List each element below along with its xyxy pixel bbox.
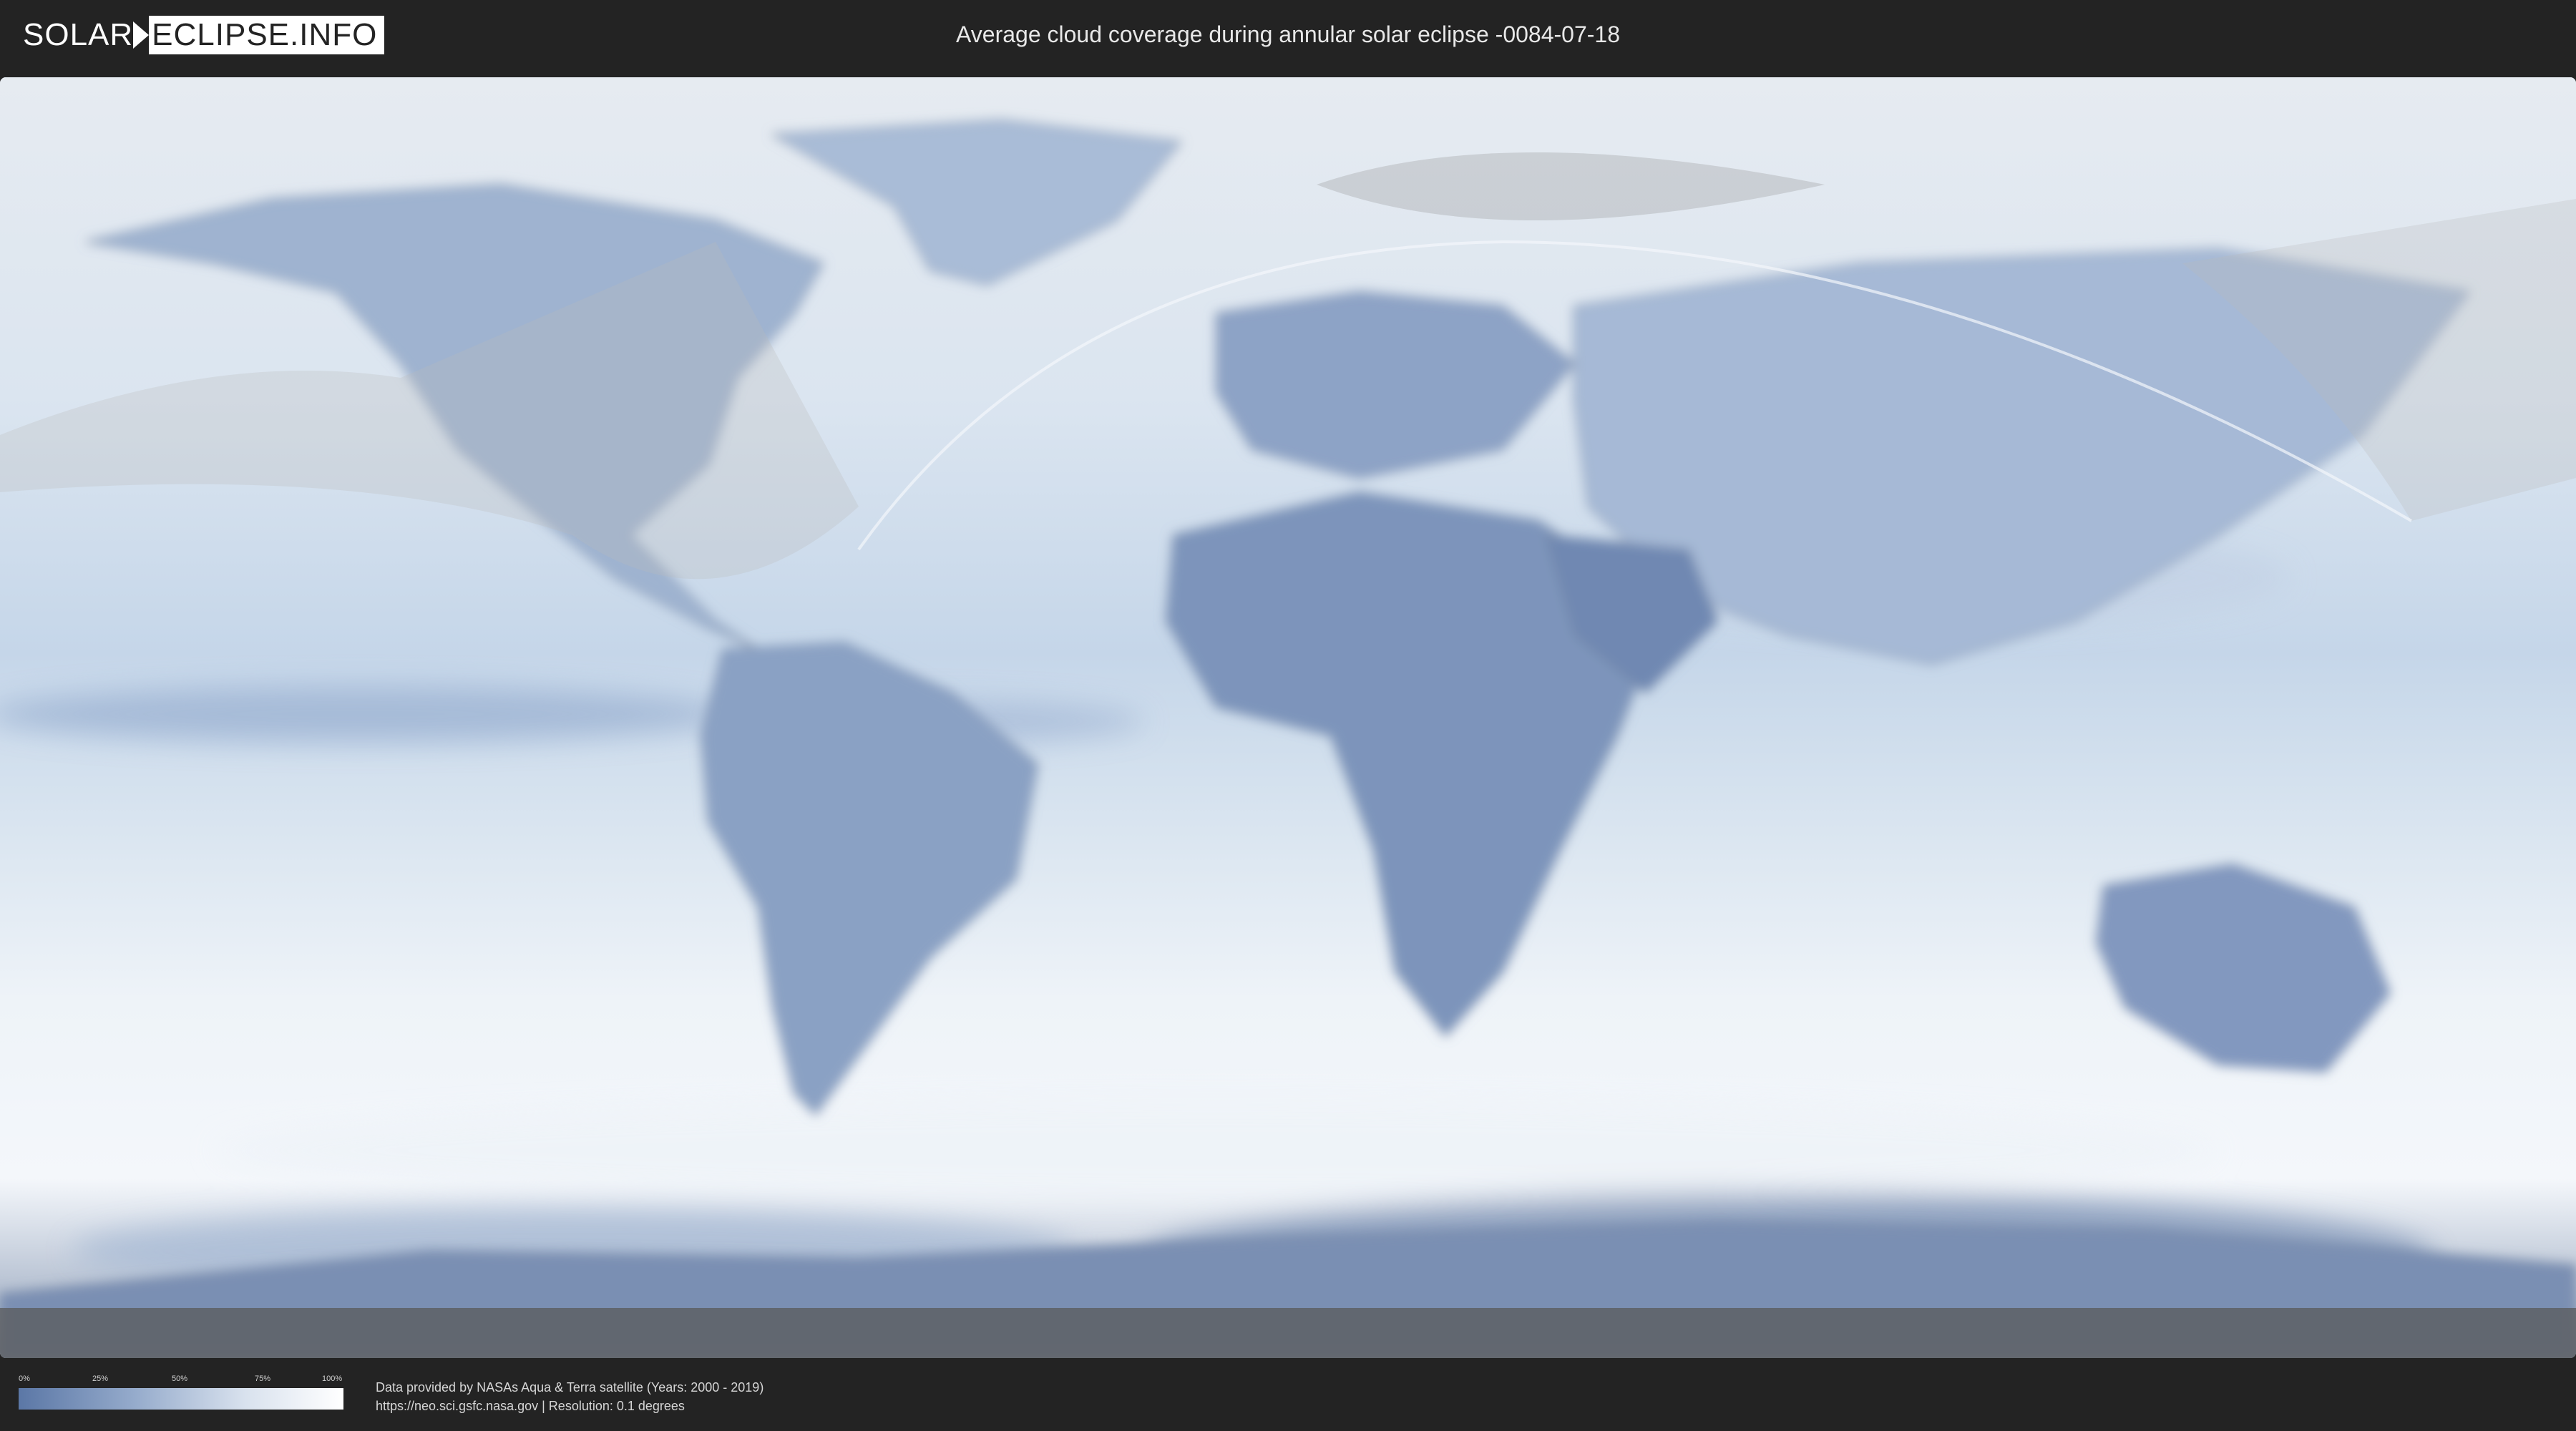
legend-tick-0: 0% [19,1374,30,1383]
legend-tick-25: 25% [92,1374,109,1383]
page-title: Average cloud coverage during annular so… [956,21,1620,47]
cloud-coverage-legend: 0% 25% 50% 75% 100% [19,1374,343,1410]
legend-tick-75: 75% [255,1374,271,1383]
legend-ticks: 0% 25% 50% 75% 100% [19,1374,343,1385]
data-credits: Data provided by NASAs Aqua & Terra sate… [376,1378,763,1415]
cloud-coverage-map[interactable] [0,77,2576,1358]
credit-line-source: Data provided by NASAs Aqua & Terra sate… [376,1380,764,1395]
credit-line-url: https://neo.sci.gsfc.nasa.gov | Resoluti… [376,1399,685,1413]
world-map [0,77,2576,1358]
south-pole-shade [0,1308,2576,1358]
legend-tick-100: 100% [322,1374,343,1383]
header-bar: SOLAR ECLIPSE.INFO Average cloud coverag… [0,0,2576,74]
legend-tick-50: 50% [172,1374,188,1383]
legend-gradient-bar [19,1388,343,1410]
